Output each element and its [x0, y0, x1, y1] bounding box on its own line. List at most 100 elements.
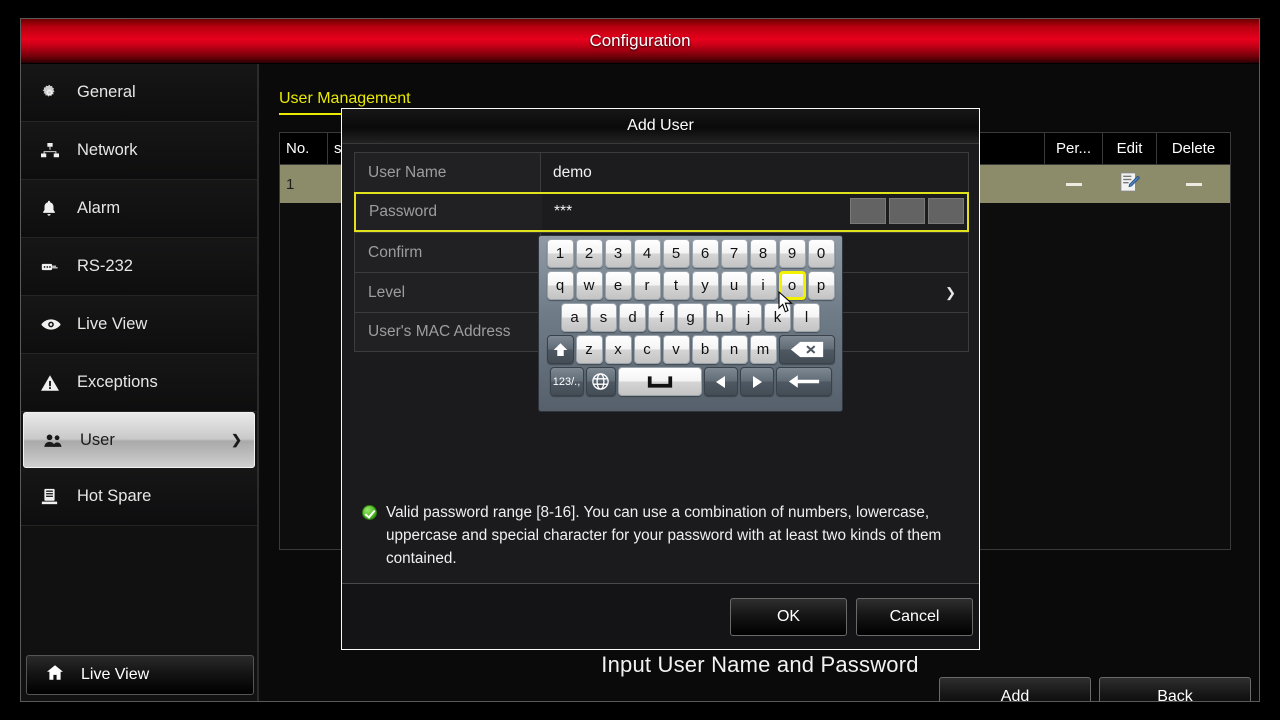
- key-5[interactable]: 5: [662, 239, 690, 268]
- key-z[interactable]: z: [575, 335, 603, 364]
- sidebar-item-general[interactable]: General: [21, 64, 257, 122]
- sidebar-item-label: Network: [77, 141, 138, 159]
- password-hint: Valid password range [8-16]. You can use…: [362, 501, 962, 570]
- field-label-user-name: User Name: [355, 153, 541, 192]
- sidebar-item-label: RS-232: [77, 257, 133, 275]
- key-9[interactable]: 9: [778, 239, 806, 268]
- key-t[interactable]: t: [662, 271, 690, 300]
- sidebar-live-view-button[interactable]: Live View: [26, 655, 254, 695]
- cancel-button[interactable]: Cancel: [856, 598, 973, 636]
- keyboard-row-qwerty: q w e r t y u i o p: [541, 271, 840, 300]
- key-j[interactable]: j: [735, 303, 762, 332]
- strength-block: [850, 198, 886, 224]
- key-v[interactable]: v: [662, 335, 690, 364]
- key-w[interactable]: w: [575, 271, 603, 300]
- network-icon: [41, 143, 67, 158]
- arrow-left-icon[interactable]: [703, 367, 738, 396]
- field-label-mac-address: User's MAC Address: [355, 313, 541, 351]
- strength-block: [928, 198, 964, 224]
- key-l[interactable]: l: [793, 303, 820, 332]
- sidebar-item-label: General: [77, 83, 136, 101]
- sidebar: General Network Alarm RS-232 Live View E…: [21, 64, 259, 701]
- key-a[interactable]: a: [561, 303, 588, 332]
- key-x[interactable]: x: [604, 335, 632, 364]
- key-e[interactable]: e: [604, 271, 632, 300]
- key-6[interactable]: 6: [691, 239, 719, 268]
- key-8[interactable]: 8: [749, 239, 777, 268]
- key-r[interactable]: r: [633, 271, 661, 300]
- key-y[interactable]: y: [691, 271, 719, 300]
- password-hint-text: Valid password range [8-16]. You can use…: [386, 504, 942, 567]
- backspace-icon[interactable]: [778, 335, 835, 364]
- key-b[interactable]: b: [691, 335, 719, 364]
- key-3[interactable]: 3: [604, 239, 632, 268]
- globe-icon[interactable]: [585, 367, 616, 396]
- column-header-delete: Delete: [1171, 140, 1216, 157]
- key-n[interactable]: n: [720, 335, 748, 364]
- key-i[interactable]: i: [749, 271, 777, 300]
- edit-icon[interactable]: [1120, 172, 1141, 196]
- key-0[interactable]: 0: [807, 239, 835, 268]
- key-u[interactable]: u: [720, 271, 748, 300]
- page-caption: Input User Name and Password: [601, 652, 919, 677]
- arrow-right-icon[interactable]: [739, 367, 774, 396]
- key-g[interactable]: g: [677, 303, 704, 332]
- user-name-input[interactable]: demo: [541, 153, 968, 192]
- sidebar-item-user[interactable]: User ❯: [23, 412, 255, 468]
- sidebar-item-network[interactable]: Network: [21, 122, 257, 180]
- sidebar-live-view-label: Live View: [81, 666, 150, 683]
- cell-delete[interactable]: [1157, 165, 1230, 203]
- sidebar-item-label: User: [80, 430, 115, 449]
- key-s[interactable]: s: [590, 303, 617, 332]
- key-p[interactable]: p: [807, 271, 835, 300]
- sidebar-item-label: Live View: [77, 315, 148, 333]
- sidebar-item-label: Hot Spare: [77, 487, 152, 505]
- window-titlebar: Configuration: [21, 19, 1259, 64]
- serial-port-icon: [41, 260, 67, 274]
- key-2[interactable]: 2: [575, 239, 603, 268]
- keyboard-row-numbers: 1 2 3 4 5 6 7 8 9 0: [541, 239, 840, 268]
- ok-button[interactable]: OK: [730, 598, 847, 636]
- cell-no: 1: [286, 175, 295, 193]
- back-button[interactable]: Back: [1099, 677, 1251, 701]
- gear-icon: [41, 84, 67, 101]
- keyboard-row-function: 123/.,: [541, 367, 840, 396]
- password-value: ***: [554, 203, 573, 220]
- sidebar-item-rs232[interactable]: RS-232: [21, 238, 257, 296]
- sidebar-item-exceptions[interactable]: Exceptions: [21, 354, 257, 412]
- strength-block: [889, 198, 925, 224]
- key-7[interactable]: 7: [720, 239, 748, 268]
- shift-icon[interactable]: [546, 335, 574, 364]
- key-m[interactable]: m: [749, 335, 777, 364]
- enter-icon[interactable]: [775, 367, 832, 396]
- field-label-level: Level: [355, 273, 541, 312]
- home-icon: [47, 665, 71, 685]
- column-header-permission: Per...: [1045, 133, 1103, 164]
- key-k[interactable]: k: [764, 303, 791, 332]
- sidebar-item-live-view[interactable]: Live View: [21, 296, 257, 354]
- symbols-icon[interactable]: 123/.,: [549, 367, 584, 396]
- server-icon: [41, 488, 67, 505]
- dialog-title: Add User: [342, 109, 979, 144]
- warning-icon: [41, 374, 67, 391]
- key-c[interactable]: c: [633, 335, 661, 364]
- chevron-down-icon[interactable]: ❯: [945, 285, 956, 301]
- password-input[interactable]: ***: [542, 194, 967, 230]
- cell-permission[interactable]: [1045, 165, 1103, 203]
- key-4[interactable]: 4: [633, 239, 661, 268]
- key-o[interactable]: o: [778, 271, 806, 300]
- field-label-confirm: Confirm: [355, 233, 541, 272]
- add-button[interactable]: Add: [939, 677, 1091, 701]
- sidebar-item-alarm[interactable]: Alarm: [21, 180, 257, 238]
- chevron-right-icon: ❯: [231, 432, 242, 447]
- keyboard-row-zxcv: z x c v b n m: [541, 335, 840, 364]
- key-f[interactable]: f: [648, 303, 675, 332]
- space-icon[interactable]: [617, 367, 702, 396]
- eye-icon: [41, 318, 67, 331]
- key-h[interactable]: h: [706, 303, 733, 332]
- cell-edit[interactable]: [1103, 165, 1157, 203]
- key-1[interactable]: 1: [546, 239, 574, 268]
- sidebar-item-hot-spare[interactable]: Hot Spare: [21, 468, 257, 526]
- key-q[interactable]: q: [546, 271, 574, 300]
- key-d[interactable]: d: [619, 303, 646, 332]
